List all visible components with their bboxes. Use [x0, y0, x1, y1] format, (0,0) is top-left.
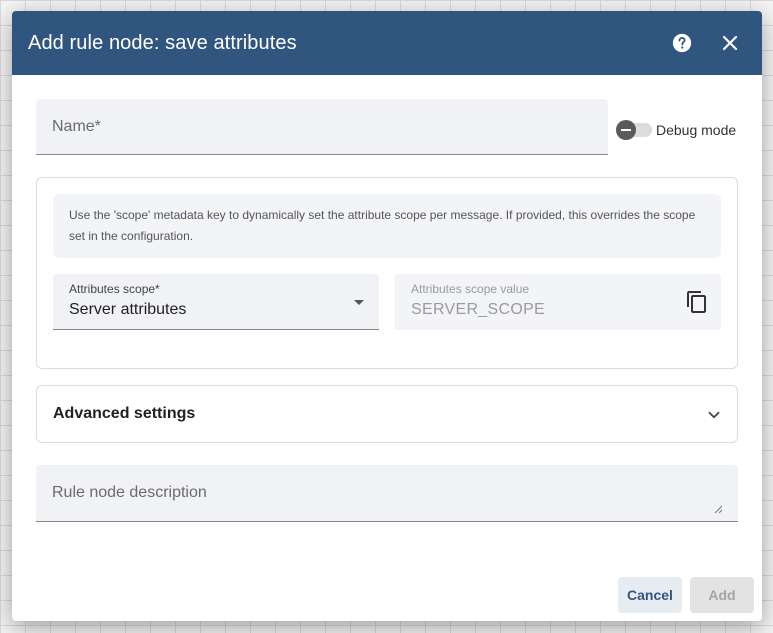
close-button[interactable] [718, 31, 742, 55]
name-input-label: Name* [52, 118, 101, 135]
close-icon [722, 35, 738, 51]
dropdown-arrow-icon [354, 300, 364, 305]
description-label: Rule node description [52, 484, 207, 501]
rule-node-description-input[interactable]: Rule node description [36, 465, 738, 522]
debug-mode-switch[interactable] [616, 119, 652, 141]
help-button[interactable] [670, 31, 694, 55]
advanced-settings-panel[interactable]: Advanced settings [36, 385, 738, 443]
resize-handle-icon[interactable] [714, 505, 722, 513]
help-circle-icon [672, 33, 692, 53]
dialog-title: Add rule node: save attributes [28, 31, 297, 54]
attributes-scope-value-text: SERVER_SCOPE [411, 301, 546, 318]
chevron-down-icon [708, 411, 720, 419]
attributes-scope-value-label: Attributes scope value [411, 282, 530, 296]
copy-button[interactable] [685, 290, 709, 314]
attributes-scope-selected: Server attributes [69, 301, 187, 318]
cancel-button[interactable]: Cancel [618, 577, 682, 613]
configuration-panel: Use the 'scope' metadata key to dynamica… [36, 177, 738, 369]
add-button[interactable]: Add [690, 577, 754, 613]
attributes-scope-select[interactable]: Attributes scope* Server attributes [53, 274, 379, 330]
add-rule-node-dialog: Add rule node: save attributes Name* Deb… [12, 11, 762, 621]
name-input[interactable]: Name* [36, 99, 608, 155]
dialog-header: Add rule node: save attributes [12, 11, 762, 75]
scope-info-hint: Use the 'scope' metadata key to dynamica… [53, 194, 721, 258]
debug-mode-label: Debug mode [656, 122, 737, 138]
debug-mode-toggle[interactable]: Debug mode [616, 119, 736, 141]
advanced-settings-title: Advanced settings [53, 405, 196, 422]
copy-icon [687, 291, 706, 313]
attributes-scope-label: Attributes scope* [69, 282, 160, 296]
switch-knob [616, 120, 636, 140]
attributes-scope-value-field: Attributes scope value SERVER_SCOPE [395, 274, 721, 330]
minus-icon [621, 129, 631, 131]
